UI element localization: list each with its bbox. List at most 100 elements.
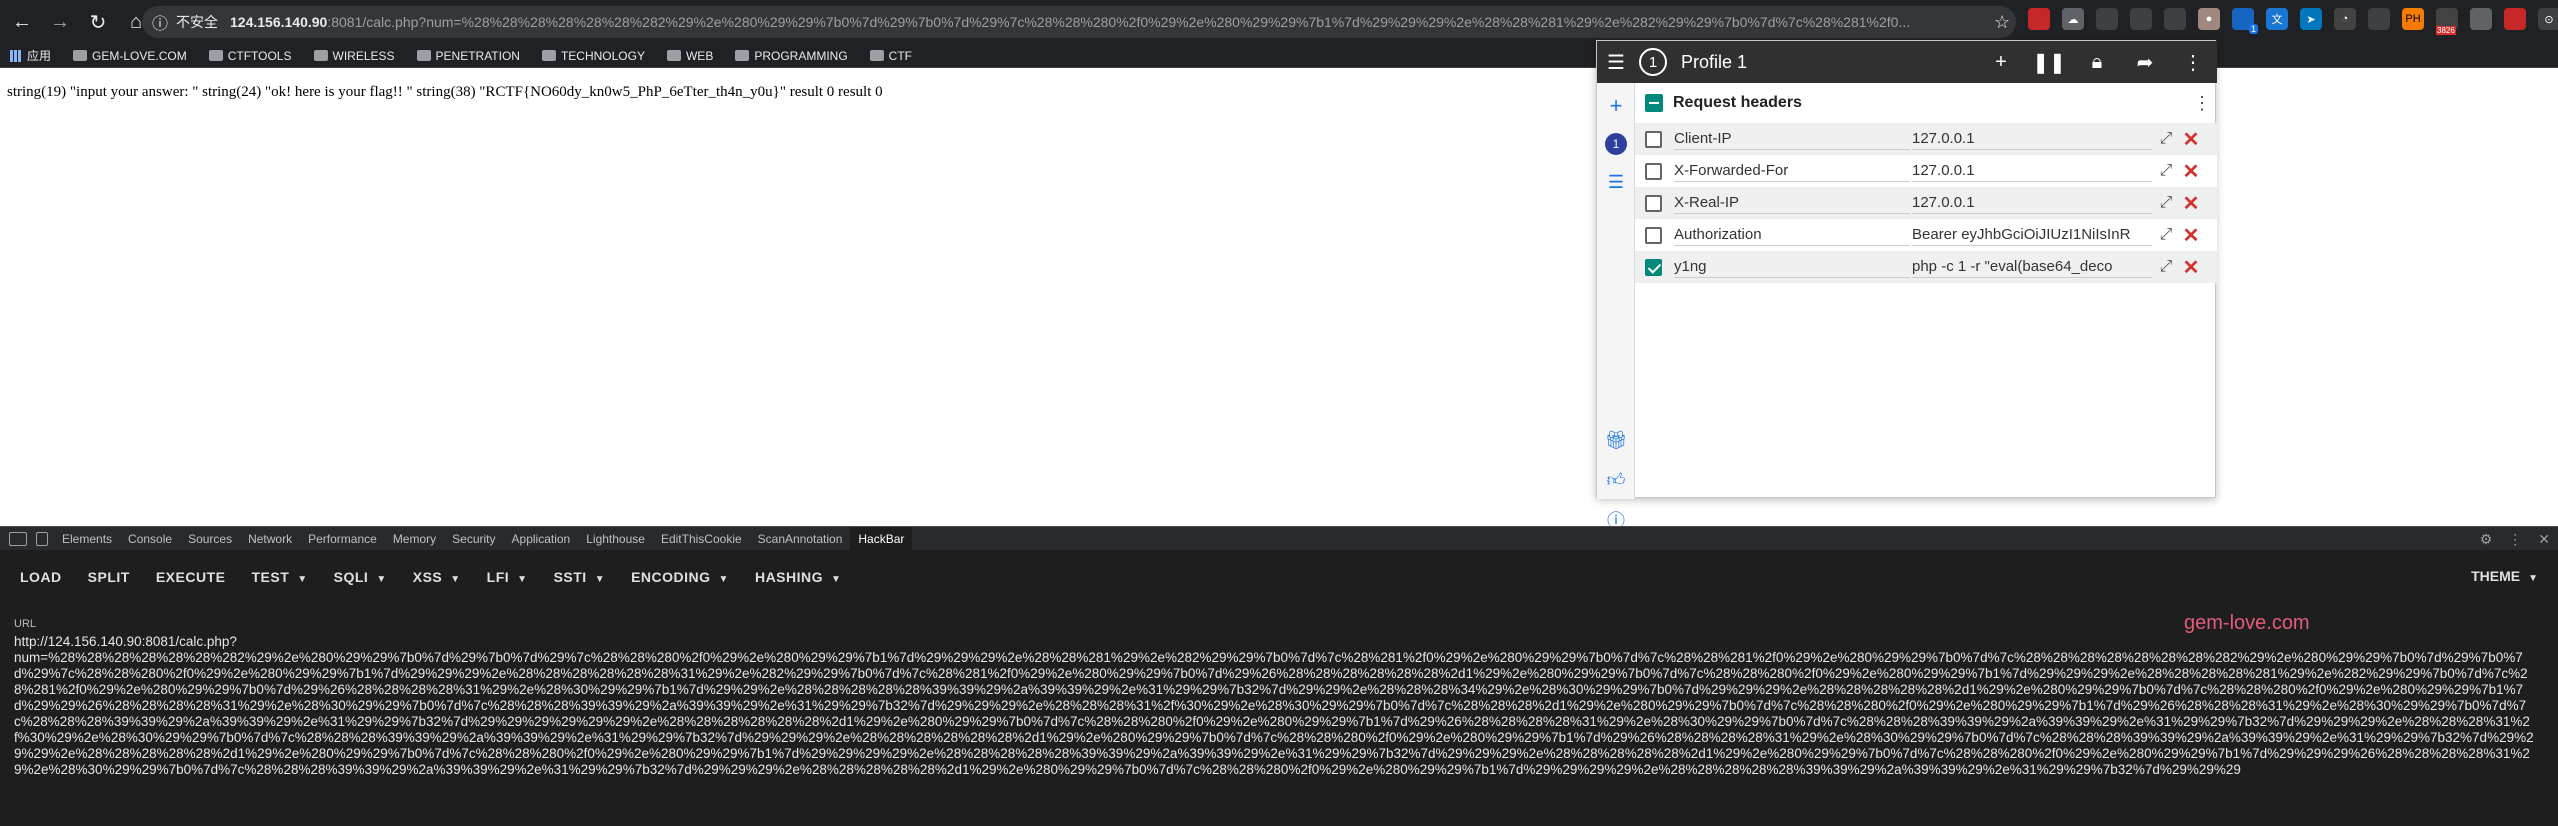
bookmark-ctf[interactable]: CTF <box>869 49 912 63</box>
lfi-menu-button[interactable]: LFI ▼ <box>487 569 528 585</box>
info-icon[interactable]: ⓘ <box>152 10 168 34</box>
expand-icon[interactable]: ⤢ <box>2152 130 2180 148</box>
more-vert-icon[interactable]: ⋮ <box>2169 50 2217 75</box>
execute-button[interactable]: EXECUTE <box>156 569 226 585</box>
delete-icon[interactable]: ✕ <box>2180 223 2202 248</box>
expand-icon[interactable]: ⤢ <box>2152 194 2180 212</box>
bookmark-apps[interactable]: 应用 <box>10 47 51 64</box>
device-toolbar-icon[interactable] <box>36 531 48 546</box>
section-toggle-checkbox[interactable] <box>1645 94 1663 112</box>
test-menu-button[interactable]: TEST ▼ <box>251 569 307 585</box>
header-enable-checkbox[interactable] <box>1645 258 1662 276</box>
add-profile-icon[interactable]: + <box>1603 93 1629 119</box>
gift-icon[interactable]: 🎁︎ <box>1603 427 1629 453</box>
delete-icon[interactable]: ✕ <box>2180 159 2202 184</box>
bookmark-web[interactable]: WEB <box>666 49 713 63</box>
tab-hackbar[interactable]: HackBar <box>850 526 913 551</box>
gauge-extension-icon[interactable]: ◔ <box>2334 8 2356 30</box>
inspect-element-icon[interactable] <box>9 531 27 546</box>
extension-icon-14[interactable] <box>2470 8 2492 30</box>
header-value-field[interactable]: 127.0.0.1 <box>1912 192 2152 214</box>
delete-icon[interactable]: ✕ <box>2180 191 2202 216</box>
counter-extension-icon[interactable]: 3826 <box>2436 8 2458 35</box>
load-button[interactable]: LOAD <box>20 569 62 585</box>
extension-icon-4[interactable] <box>2130 8 2152 30</box>
reload-icon[interactable]: ↻ <box>82 6 114 38</box>
tab-application[interactable]: Application <box>504 527 579 551</box>
encoding-menu-button[interactable]: ENCODING ▼ <box>631 569 729 585</box>
header-name-field[interactable]: X-Forwarded-For <box>1674 160 1910 182</box>
bookmark-technology[interactable]: TECHNOLOGY <box>541 49 645 63</box>
expand-icon[interactable]: ⤢ <box>2152 226 2180 244</box>
header-name-field[interactable]: Client-IP <box>1674 128 1910 150</box>
extension-icon-16[interactable]: ⊙ <box>2538 8 2558 30</box>
delete-icon[interactable]: ✕ <box>2180 255 2202 280</box>
tab-elements[interactable]: Elements <box>54 527 120 551</box>
share-icon[interactable]: ➦ <box>2121 50 2169 75</box>
header-value-field[interactable]: php -c 1 -r "eval(base64_deco <box>1912 256 2152 278</box>
send-extension-icon[interactable]: ➤ <box>2300 8 2322 30</box>
profile-select-icon[interactable]: 1 <box>1603 131 1629 157</box>
bookmark-ctftools[interactable]: CTFTOOLS <box>208 49 292 63</box>
header-enable-checkbox[interactable] <box>1645 226 1662 244</box>
cloud-extension-icon[interactable]: ☁ <box>2062 8 2084 30</box>
tab-editthiscookie[interactable]: EditThisCookie <box>653 527 750 551</box>
bookmark-gem-love[interactable]: GEM-LOVE.COM <box>73 49 187 63</box>
modheader-extension-icon[interactable]: 1 <box>2232 8 2258 34</box>
devtools-more-icon[interactable]: ⋮ <box>2508 531 2522 548</box>
header-name-field[interactable]: X-Real-IP <box>1674 192 1910 214</box>
cookie-extension-icon[interactable]: ● <box>2198 8 2220 30</box>
header-enable-checkbox[interactable] <box>1645 130 1662 148</box>
tab-sources[interactable]: Sources <box>180 527 240 551</box>
ph-extension-icon[interactable]: PH <box>2402 8 2424 30</box>
expand-icon[interactable]: ⤢ <box>2152 258 2180 276</box>
theme-menu-button[interactable]: THEME ▼ <box>2471 568 2538 584</box>
header-enable-checkbox[interactable] <box>1645 194 1662 212</box>
tab-network[interactable]: Network <box>240 527 300 551</box>
section-more-icon[interactable]: ⋮ <box>2187 93 2217 114</box>
translate-extension-icon[interactable]: 文 <box>2266 8 2288 30</box>
bookmark-star-icon[interactable]: ☆ <box>1994 12 2010 33</box>
tab-console[interactable]: Console <box>120 527 180 551</box>
address-bar[interactable]: ⓘ 不安全 124.156.140.90 :8081/calc.php?num=… <box>142 6 2016 38</box>
pause-icon[interactable]: ❚❚ <box>2025 50 2073 75</box>
extension-icon-15[interactable] <box>2504 8 2526 30</box>
split-button[interactable]: SPLIT <box>88 569 130 585</box>
tab-security[interactable]: Security <box>444 527 503 551</box>
bookmark-wireless[interactable]: WIRELESS <box>313 49 395 63</box>
sqli-menu-button[interactable]: SQLI ▼ <box>334 569 387 585</box>
tab-scanannotation[interactable]: ScanAnnotation <box>750 527 851 551</box>
header-enable-checkbox[interactable] <box>1645 162 1662 180</box>
profile-name[interactable]: Profile 1 <box>1681 52 1977 73</box>
header-value-field[interactable]: 127.0.0.1 <box>1912 128 2152 150</box>
extension-icon-3[interactable] <box>2096 8 2118 30</box>
header-value-field[interactable]: Bearer eyJhbGciOiJIUzI1NiIsInR <box>1912 224 2152 246</box>
header-name-field[interactable]: Authorization <box>1674 224 1910 246</box>
flag-extension-icon[interactable] <box>2028 8 2050 30</box>
back-icon[interactable]: ← <box>6 6 38 38</box>
add-icon[interactable]: + <box>1977 51 2025 74</box>
tab-memory[interactable]: Memory <box>385 527 444 551</box>
sort-icon[interactable]: ☰ <box>1603 169 1629 195</box>
url-textarea[interactable]: http://124.156.140.90:8081/calc.php? num… <box>14 634 2536 778</box>
expand-icon[interactable]: ⤢ <box>2152 162 2180 180</box>
hashing-menu-button[interactable]: HASHING ▼ <box>755 569 841 585</box>
extension-icon-5[interactable] <box>2164 8 2186 30</box>
settings-gear-icon[interactable]: ⚙ <box>2480 531 2493 548</box>
tab-performance[interactable]: Performance <box>300 527 385 551</box>
xss-menu-button[interactable]: XSS ▼ <box>413 569 461 585</box>
lock-icon[interactable]: 🔒︎ <box>2073 51 2121 74</box>
profile-badge[interactable]: 1 <box>1639 48 1667 76</box>
header-name-field[interactable]: y1ng <box>1674 256 1910 278</box>
header-value-field[interactable]: 127.0.0.1 <box>1912 160 2152 182</box>
delete-icon[interactable]: ✕ <box>2180 127 2202 152</box>
extension-icon-11[interactable] <box>2368 8 2390 30</box>
thumbs-up-icon[interactable]: 👍︎ <box>1603 467 1629 493</box>
tab-lighthouse[interactable]: Lighthouse <box>578 527 653 551</box>
hamburger-menu-icon[interactable]: ☰ <box>1597 41 1635 83</box>
bookmark-programming[interactable]: PROGRAMMING <box>735 49 848 63</box>
bookmark-penetration[interactable]: PENETRATION <box>416 49 520 63</box>
close-icon[interactable]: ✕ <box>2538 531 2550 548</box>
ssti-menu-button[interactable]: SSTI ▼ <box>554 569 606 585</box>
forward-icon[interactable]: → <box>44 6 76 38</box>
